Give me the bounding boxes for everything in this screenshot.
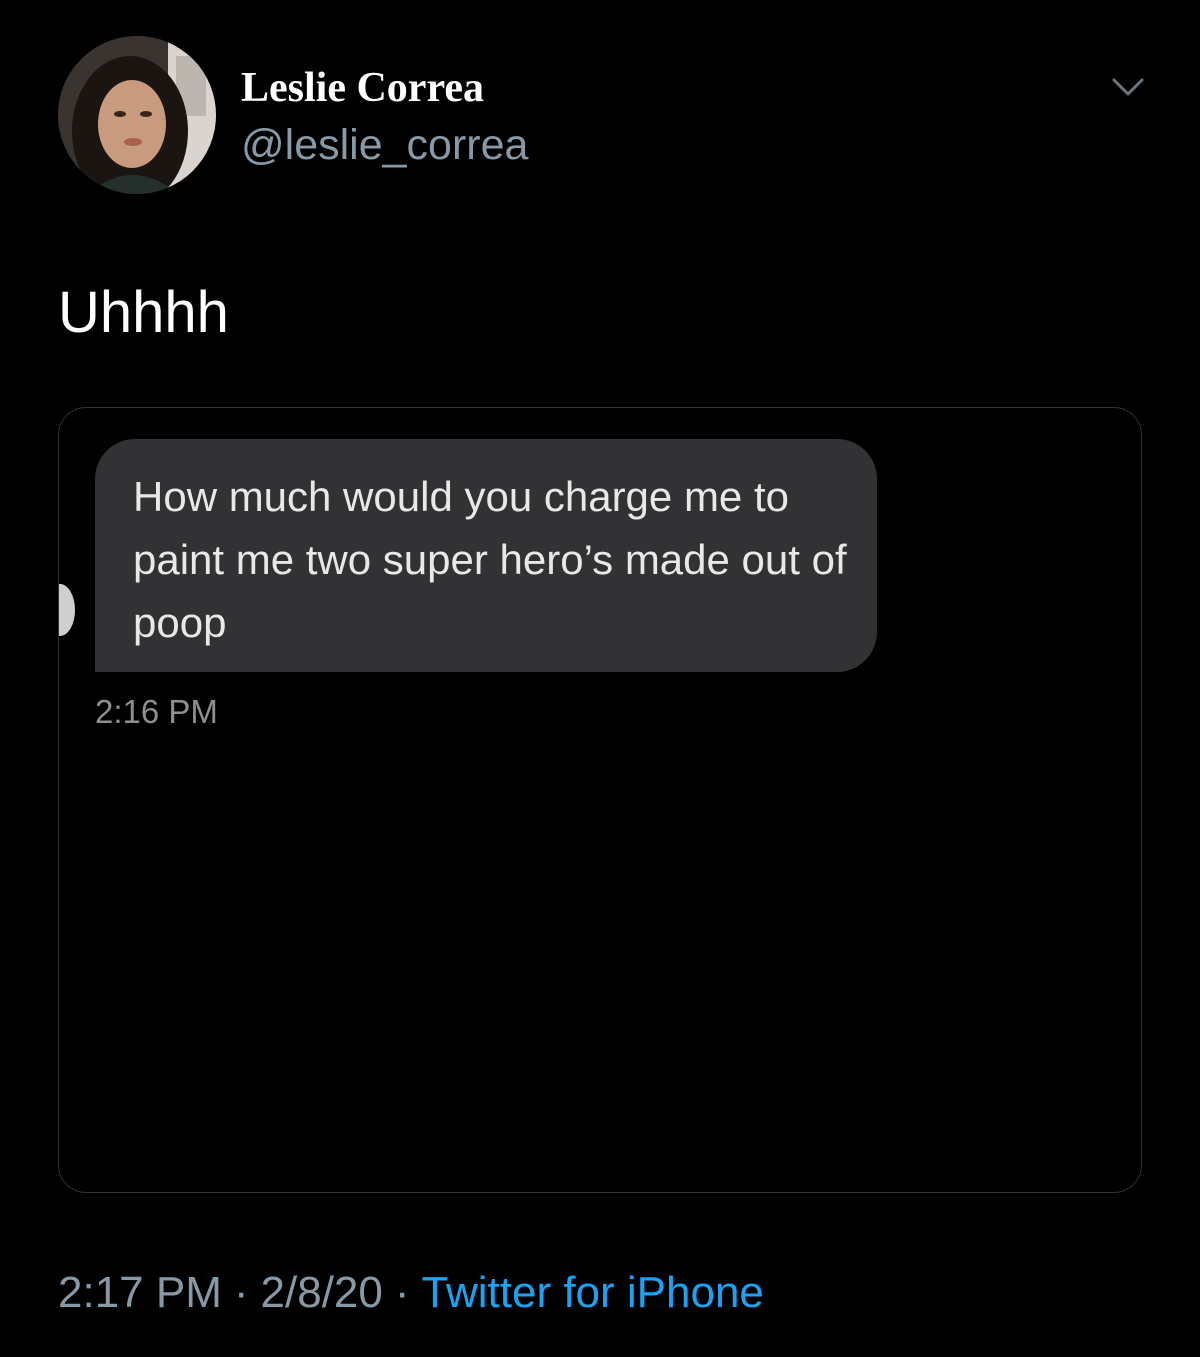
contact-avatar-icon [59, 584, 75, 636]
tweet-time: 2:17 PM [58, 1268, 222, 1317]
avatar-photo [58, 36, 216, 194]
meta-separator: · [233, 1268, 249, 1317]
tweet-source-link[interactable]: Twitter for iPhone [422, 1268, 764, 1317]
meta-separator: · [394, 1268, 410, 1317]
tweet-date: 2/8/20 [260, 1268, 383, 1317]
chevron-down-icon[interactable] [1110, 72, 1146, 102]
message-bubble: How much would you charge me to paint me… [95, 439, 877, 672]
tweet-meta: 2:17 PM · 2/8/20 · Twitter for iPhone [58, 1267, 764, 1319]
message-text: How much would you charge me to paint me… [133, 473, 847, 646]
tweet-text: Uhhhh [58, 280, 229, 345]
author-display-name[interactable]: Leslie Correa [241, 64, 484, 112]
author-avatar[interactable] [58, 36, 216, 194]
author-handle[interactable]: @leslie_correa [241, 121, 528, 169]
tweet-media-card[interactable]: How much would you charge me to paint me… [58, 407, 1142, 1193]
message-timestamp: 2:16 PM [95, 693, 218, 730]
